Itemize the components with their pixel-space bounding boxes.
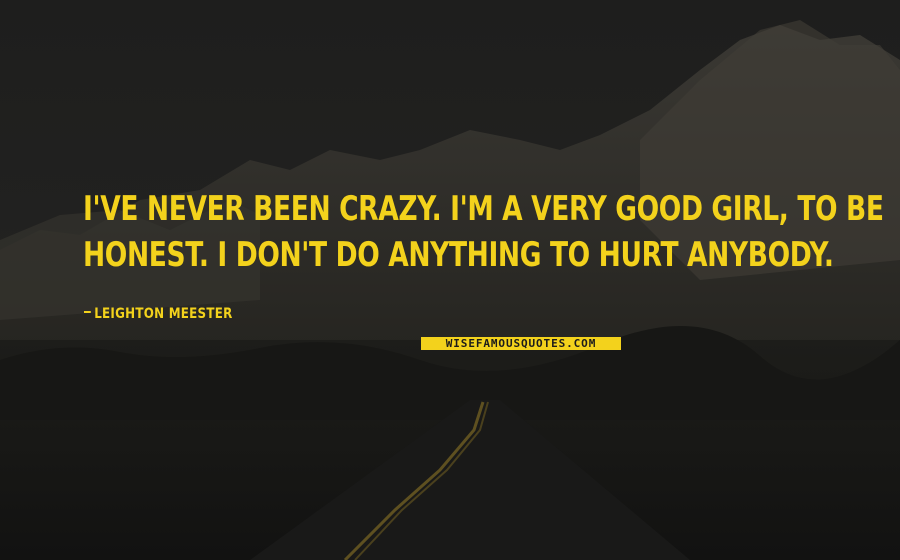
author-dash bbox=[84, 311, 91, 313]
quote-text: I'VE NEVER BEEN CRAZY. I'M A VERY GOOD G… bbox=[83, 186, 884, 278]
watermark: WISEFAMOUSQUOTES.COM bbox=[421, 337, 621, 350]
quote-line: I'VE NEVER BEEN CRAZY. I'M A VERY GOOD G… bbox=[83, 189, 884, 229]
quote-line: HONEST. I DON'T DO ANYTHING TO HURT ANYB… bbox=[83, 235, 834, 275]
author-name: LEIGHTON MEESTER bbox=[94, 306, 233, 322]
quote-image: I'VE NEVER BEEN CRAZY. I'M A VERY GOOD G… bbox=[0, 0, 900, 560]
mountain-road-background bbox=[0, 0, 900, 560]
quote-author: LEIGHTON MEESTER bbox=[84, 306, 233, 322]
